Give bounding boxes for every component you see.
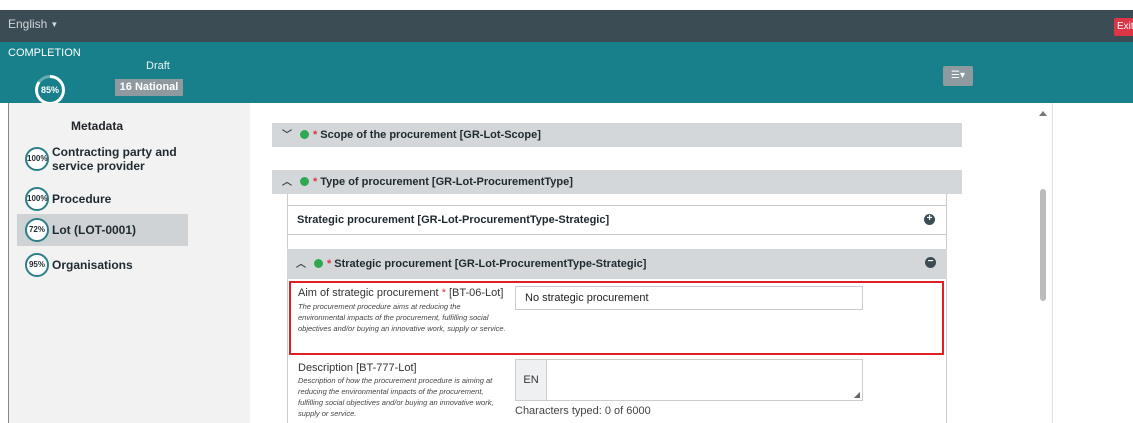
chevron-down-icon: ﹀ xyxy=(282,130,292,141)
progress-badge: 72% xyxy=(25,218,49,242)
section-scope[interactable]: ﹀ * Scope of the procurement [GR-Lot-Scope… xyxy=(272,123,962,147)
sidebar-item-label-line2: service provider xyxy=(52,159,145,173)
description-label: Description [BT-777-Lot] xyxy=(298,362,417,374)
progress-badge: 100% xyxy=(25,147,49,171)
progress-badge: 100% xyxy=(25,187,49,211)
chevron-down-icon: ▼ xyxy=(50,20,59,30)
section-title: Type of procurement [GR-Lot-ProcurementT… xyxy=(320,176,573,188)
divider xyxy=(1052,103,1053,423)
section-title: Scope of the procurement [GR-Lot-Scope] xyxy=(320,129,541,141)
subsection-strategic-open[interactable]: ︿ * Strategic procurement [GR-Lot-Procurem… xyxy=(287,249,947,279)
section-type[interactable]: ︿ * Type of procurement [GR-Lot-Procuremen… xyxy=(272,170,962,194)
scrollbar[interactable] xyxy=(1034,103,1052,423)
scroll-up-icon[interactable] xyxy=(1039,111,1047,116)
subsection-strategic-collapsed[interactable]: Strategic procurement [GR-Lot-Procuremen… xyxy=(287,205,947,235)
top-bar: English ▼ Exit xyxy=(0,10,1133,42)
completion-label: COMPLETION xyxy=(8,47,81,59)
required-icon: * xyxy=(313,176,318,188)
scrollbar-thumb[interactable] xyxy=(1040,189,1046,301)
completion-percent: 85% xyxy=(38,78,62,102)
chevron-up-icon: ︿ xyxy=(296,259,306,270)
progress-badge: 95% xyxy=(25,253,49,277)
settings-dropdown-button[interactable]: ☰▾ xyxy=(943,66,973,86)
sidebar-item-label: Lot (LOT-0001) xyxy=(52,223,137,237)
language-label: English xyxy=(8,17,48,31)
sidebar-item-label: Procedure xyxy=(52,192,112,206)
plus-icon[interactable]: + xyxy=(924,214,935,225)
highlight-box xyxy=(289,281,944,355)
exit-button[interactable]: Exit xyxy=(1114,18,1133,36)
required-icon: * xyxy=(327,258,332,270)
required-icon: * xyxy=(313,129,318,141)
check-icon xyxy=(314,258,323,268)
sidebar-metadata[interactable]: Metadata xyxy=(71,119,123,133)
description-help: Description of how the procurement proce… xyxy=(298,376,494,418)
sliders-icon: ☰▾ xyxy=(951,70,965,81)
sidebar-item-label: Organisations xyxy=(52,258,133,272)
language-code: EN xyxy=(516,360,547,400)
subsection-title: Strategic procurement [GR-Lot-Procuremen… xyxy=(334,258,647,270)
check-icon xyxy=(300,176,309,186)
completion-ring: 85% xyxy=(35,75,65,105)
subsection-title: Strategic procurement [GR-Lot-Procuremen… xyxy=(297,214,610,226)
characters-counter: Characters typed: 0 of 6000 xyxy=(515,405,651,417)
check-icon xyxy=(300,129,309,139)
language-selector[interactable]: English ▼ xyxy=(8,17,58,31)
national-badge: 16 National xyxy=(115,79,183,96)
draft-label: Draft xyxy=(146,60,170,72)
description-textarea[interactable]: EN ◢ xyxy=(515,359,863,401)
sidebar-item-label: Contracting party and xyxy=(52,145,177,159)
sidebar-item-lot[interactable]: 72% Lot (LOT-0001) xyxy=(17,214,188,246)
sidebar-item-organisations[interactable]: 95% Organisations xyxy=(25,253,133,277)
sidebar-item-procedure[interactable]: 100% Procedure xyxy=(25,187,111,211)
chevron-up-icon: ︿ xyxy=(282,177,292,188)
minus-icon[interactable]: − xyxy=(925,257,936,268)
sidebar-item-contracting-party[interactable]: 100% Contracting party and service provid… xyxy=(25,145,177,173)
resize-handle-icon[interactable]: ◢ xyxy=(854,390,860,399)
sidebar: Metadata 100% Contracting party and servi… xyxy=(8,103,250,423)
